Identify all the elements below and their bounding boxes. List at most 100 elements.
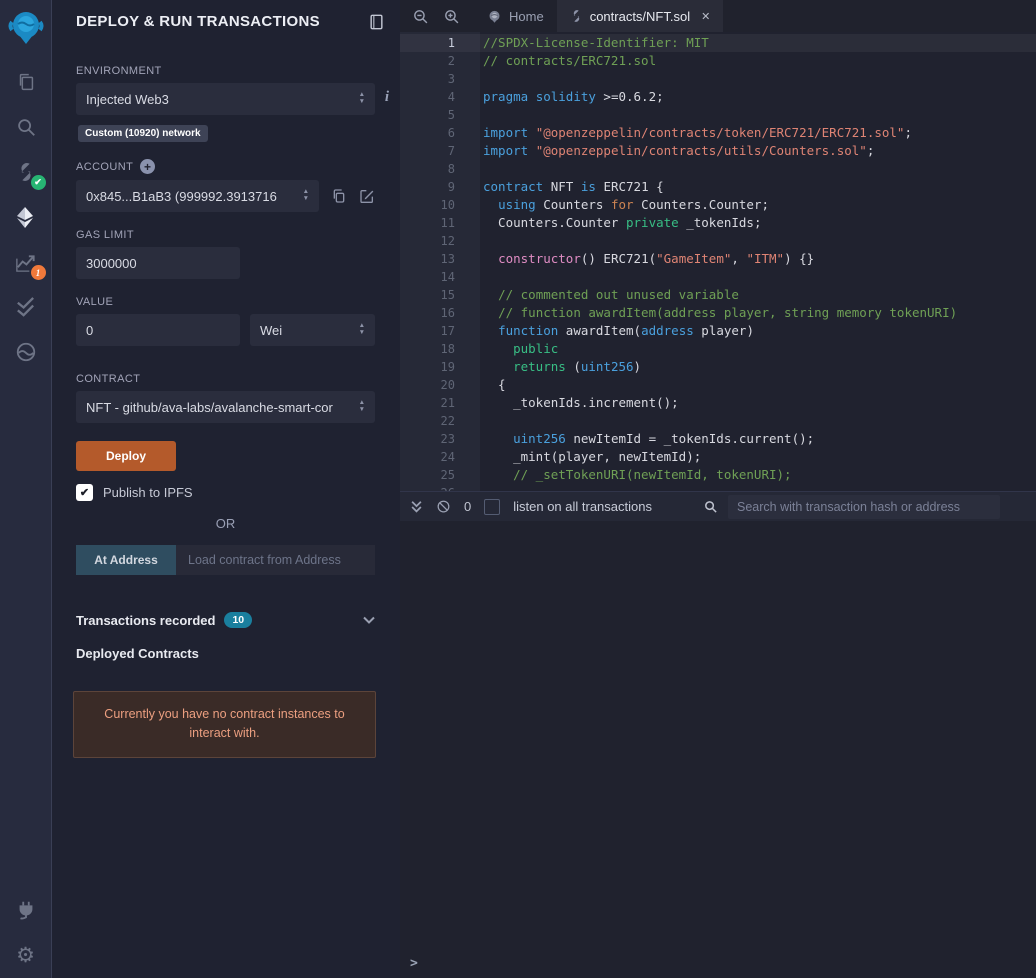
clear-terminal-icon[interactable] <box>436 499 451 514</box>
line-content: Counters.Counter private _tokenIds; <box>483 215 762 230</box>
code-line[interactable]: 8 <box>400 160 1036 178</box>
code-line[interactable]: 23 uint256 newItemId = _tokenIds.current… <box>400 430 1036 448</box>
code-line[interactable]: 12 <box>400 232 1036 250</box>
publish-ipfs-checkbox[interactable]: ✔ <box>76 484 93 501</box>
no-instances-alert: Currently you have no contract instances… <box>73 691 376 758</box>
value-input-wrap <box>76 314 240 346</box>
search-icon[interactable] <box>13 114 39 140</box>
code-line[interactable]: 14 <box>400 268 1036 286</box>
line-content: // commented out unused variable <box>498 287 739 302</box>
line-content: public <box>513 341 559 356</box>
code-line[interactable]: 26 <box>400 484 1036 491</box>
close-tab-icon[interactable]: ✕ <box>701 10 710 23</box>
stepper-icon: ▲ ▼ <box>358 399 365 413</box>
code-line[interactable]: 9 contract NFT is ERC721 { <box>400 178 1036 196</box>
terminal-toolbar: 0 listen on all transactions <box>400 491 1036 521</box>
line-number: 7 <box>447 144 455 158</box>
line-number: 20 <box>440 378 455 392</box>
terminal-search-input[interactable] <box>737 499 991 514</box>
plugin-manager-icon[interactable] <box>13 897 39 923</box>
code-editor[interactable]: 1 //SPDX-License-Identifier: MIT 2 // contr… <box>400 32 1036 491</box>
app-logo-icon[interactable] <box>6 8 46 50</box>
value-unit: Wei <box>260 322 283 338</box>
line-number: 1 <box>447 36 455 50</box>
home-logo-icon <box>489 10 500 23</box>
deploy-button[interactable]: Deploy <box>76 441 176 471</box>
environment-select[interactable]: Injected Web3 ▲ ▼ <box>76 83 375 115</box>
file-explorer-icon[interactable] <box>13 69 39 95</box>
code-line[interactable]: 18 public <box>400 340 1036 358</box>
line-number: 6 <box>447 126 455 140</box>
code-line[interactable]: 4 pragma solidity >=0.6.2; <box>400 88 1036 106</box>
editor-workspace: Home contracts/NFT.sol ✕ 1 //SPDX-License… <box>400 0 1036 978</box>
line-content: // _setTokenURI(newItemId, tokenURI); <box>513 467 792 482</box>
zoom-out-icon[interactable] <box>412 8 429 25</box>
code-line[interactable]: 20 { <box>400 376 1036 394</box>
terminal-output[interactable]: > <box>400 521 1036 978</box>
value-input[interactable] <box>86 322 230 338</box>
at-address-button[interactable]: At Address <box>76 545 176 575</box>
terminal-search-icon <box>703 499 718 514</box>
line-number: 13 <box>440 252 455 266</box>
gas-limit-input[interactable] <box>86 255 230 271</box>
line-number: 3 <box>447 72 455 86</box>
line-number: 16 <box>440 306 455 320</box>
docs-book-icon[interactable] <box>369 14 384 30</box>
code-line[interactable]: 17 function awardItem(address player) <box>400 322 1036 340</box>
environment-info-icon[interactable]: i <box>385 89 389 106</box>
pending-tx-count: 0 <box>464 499 472 514</box>
code-line[interactable]: 13 constructor() ERC721("GameItem", "ITM… <box>400 250 1036 268</box>
code-line[interactable]: 22 <box>400 412 1036 430</box>
code-line[interactable]: 5 <box>400 106 1036 124</box>
unit-testing-icon[interactable] <box>13 294 39 320</box>
add-account-icon[interactable]: + <box>140 159 156 174</box>
expand-terminal-icon[interactable] <box>410 500 423 514</box>
edit-account-icon[interactable] <box>359 188 375 204</box>
transactions-recorded-row[interactable]: Transactions recorded 10 <box>76 611 375 629</box>
line-number: 12 <box>440 234 455 248</box>
panel-title: DEPLOY & RUN TRANSACTIONS <box>76 13 320 30</box>
account-select[interactable]: 0x845...B1aB3 (999992.3913716 ▲ ▼ <box>76 180 319 212</box>
contract-select[interactable]: NFT - github/ava-labs/avalanche-smart-co… <box>76 391 375 423</box>
zoom-in-icon[interactable] <box>443 8 460 25</box>
code-line[interactable]: 10 using Counters for Counters.Counter; <box>400 196 1036 214</box>
at-address-group: At Address <box>76 545 375 575</box>
at-address-input[interactable] <box>188 553 363 567</box>
code-line[interactable]: 25 // _setTokenURI(newItemId, tokenURI); <box>400 466 1036 484</box>
line-content: //SPDX-License-Identifier: MIT <box>483 35 709 50</box>
value-unit-select[interactable]: Wei ▲ ▼ <box>250 314 375 346</box>
settings-icon[interactable]: ⚙ <box>13 942 39 968</box>
line-content: using Counters for Counters.Counter; <box>498 197 770 212</box>
chevron-down-icon[interactable] <box>363 611 375 629</box>
code-line[interactable]: 16 // function awardItem(address player,… <box>400 304 1036 322</box>
stepper-icon: ▲ ▼ <box>358 322 365 336</box>
code-line[interactable]: 19 returns (uint256) <box>400 358 1036 376</box>
code-line[interactable]: 7 import "@openzeppelin/contracts/utils/C… <box>400 142 1036 160</box>
statistics-icon[interactable]: 1 <box>13 249 46 280</box>
code-line[interactable]: 24 _mint(player, newItemId); <box>400 448 1036 466</box>
code-line[interactable]: 15 // commented out unused variable <box>400 286 1036 304</box>
tab-bar: Home contracts/NFT.sol ✕ <box>400 0 1036 32</box>
copy-account-icon[interactable] <box>331 188 347 204</box>
icon-rail: ✔ 1 ⚙ <box>0 0 52 978</box>
code-line[interactable]: 1 //SPDX-License-Identifier: MIT <box>400 34 1036 52</box>
code-line[interactable]: 3 <box>400 70 1036 88</box>
code-line[interactable]: 6 import "@openzeppelin/contracts/token/E… <box>400 124 1036 142</box>
deploy-run-icon[interactable] <box>13 204 39 230</box>
line-content <box>455 160 483 178</box>
statistics-badge: 1 <box>30 265 46 280</box>
code-line[interactable]: 2 // contracts/ERC721.sol <box>400 52 1036 70</box>
terminal-prompt: > <box>410 956 418 971</box>
code-line[interactable]: 11 Counters.Counter private _tokenIds; <box>400 214 1036 232</box>
account-label: ACCOUNT + <box>76 159 375 174</box>
tab-nft-sol[interactable]: contracts/NFT.sol ✕ <box>556 0 724 32</box>
listen-transactions-checkbox[interactable] <box>484 498 501 515</box>
tab-home[interactable]: Home <box>474 0 557 32</box>
solidity-compiler-icon[interactable]: ✔ <box>13 159 46 190</box>
plugin-sphere-icon[interactable] <box>13 339 39 365</box>
at-address-input-wrap <box>176 545 375 575</box>
transactions-recorded-label: Transactions recorded <box>76 612 216 628</box>
line-number: 21 <box>440 396 455 410</box>
tab-home-label: Home <box>509 8 544 24</box>
code-line[interactable]: 21 _tokenIds.increment(); <box>400 394 1036 412</box>
